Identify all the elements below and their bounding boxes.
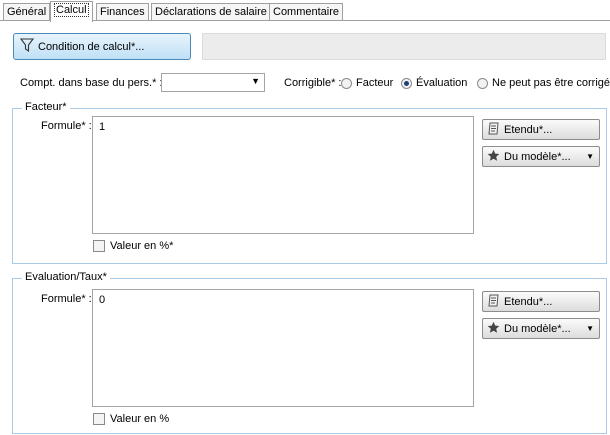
evaluation-percent-label: Valeur en % [110,413,170,425]
facteur-title: Facteur* [22,101,70,113]
evaluation-formula-label: Formule* : [41,293,92,305]
facteur-percent-checkbox[interactable]: Valeur en %* [93,240,173,252]
funnel-icon [19,38,35,55]
evaluation-percent-box[interactable] [93,413,105,425]
evaluation-modele-button[interactable]: Du modèle*... ▼ [482,318,600,339]
facteur-percent-label: Valeur en %* [110,240,174,252]
evaluation-percent-checkbox[interactable]: Valeur en % [93,413,169,425]
chevron-down-icon: ▼ [586,324,594,333]
evaluation-title: Evaluation/Taux* [22,271,110,283]
facteur-modele-button[interactable]: Du modèle*... ▼ [482,146,600,167]
condition-button-label: Condition de calcul*... [38,40,145,53]
star-icon [487,321,500,337]
tab-general[interactable]: Général [3,3,51,20]
facteur-modele-label: Du modèle*... [504,150,571,163]
facteur-percent-box[interactable] [93,240,105,252]
evaluation-modele-label: Du modèle*... [504,322,571,335]
evaluation-etendu-label: Etendu*... [504,295,553,308]
radio-ne-peut-pas-label: Ne peut pas être corrigé [492,77,610,89]
chevron-down-icon: ▼ [251,76,260,86]
radio-facteur-label: Facteur [356,77,394,89]
tab-declarations[interactable]: Déclarations de salaire [151,3,271,20]
condition-button[interactable]: Condition de calcul*... [13,33,191,60]
tab-strip: Général Calcul Finances Déclarations de … [0,0,610,22]
radio-ne-peut-pas[interactable]: Ne peut pas être corrigé [477,77,610,89]
radio-facteur-circle[interactable] [341,77,352,89]
facteur-etendu-label: Etendu*... [504,123,553,136]
radio-evaluation[interactable]: Évaluation [401,77,467,89]
facteur-formula-input[interactable]: 1 [92,116,474,234]
tab-calcul-label: Calcul [54,3,89,17]
tab-finances[interactable]: Finances [96,3,149,20]
chevron-down-icon: ▼ [586,152,594,161]
facteur-etendu-button[interactable]: Etendu*... [482,119,600,140]
note-icon [487,122,500,138]
tab-commentaire[interactable]: Commentaire [269,3,344,20]
compt-combobox[interactable]: ▼ [161,73,265,92]
note-icon [487,294,500,310]
compt-label: Compt. dans base du pers.* : [20,77,163,89]
facteur-formula-label: Formule* : [41,120,92,132]
evaluation-etendu-button[interactable]: Etendu*... [482,291,600,312]
radio-evaluation-label: Évaluation [416,77,468,89]
tab-calcul[interactable]: Calcul [50,1,93,22]
radio-evaluation-circle[interactable] [401,77,412,89]
radio-ne-peut-pas-circle[interactable] [477,77,488,89]
evaluation-formula-input[interactable]: 0 [92,289,474,407]
corrigible-label: Corrigible* : [284,77,342,89]
condition-display-field [202,33,606,60]
star-icon [487,149,500,165]
radio-facteur[interactable]: Facteur [341,77,393,89]
